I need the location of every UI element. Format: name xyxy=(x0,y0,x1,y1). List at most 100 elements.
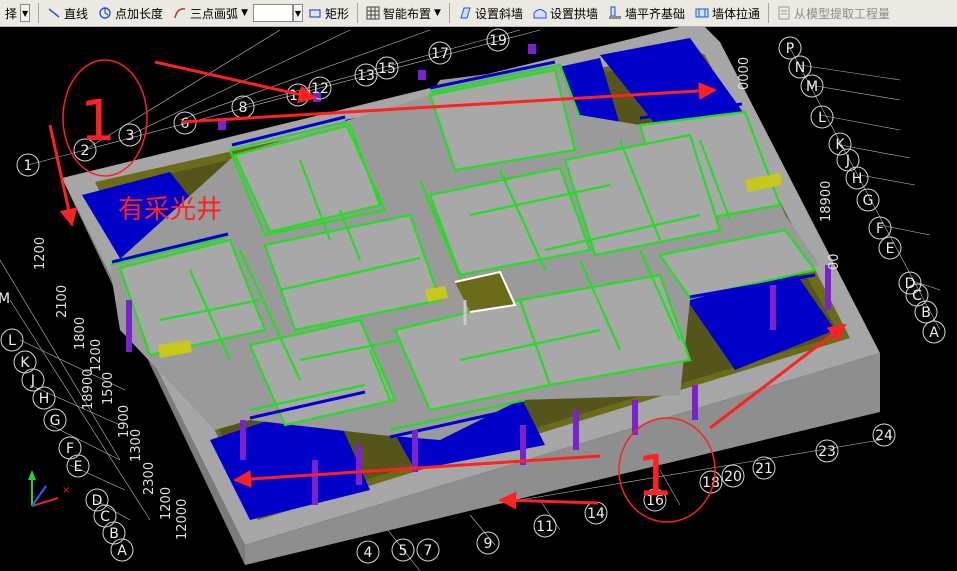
axis-bottom-label: 14 xyxy=(587,506,605,522)
axis-top-label: 8 xyxy=(239,100,248,116)
building-model[interactable] xyxy=(62,27,880,565)
axis-bottom-label: 20 xyxy=(724,469,742,485)
axis-right-label: B xyxy=(921,305,931,321)
3d-viewport[interactable]: 1 2 3 6 8 10 12 13 15 17 19 P N M L K J … xyxy=(0,27,957,571)
axis-left-label: H xyxy=(39,391,50,407)
wall-align-foundation-button[interactable]: 墙平齐基础 xyxy=(603,2,690,24)
arch-wall-icon xyxy=(533,9,547,19)
annotation-arrow xyxy=(48,124,78,227)
wall-stretch-label: 墙体拉通 xyxy=(711,6,760,21)
dimension-label: 1300 xyxy=(129,429,144,462)
extract-from-model-label: 从模型提取工程量 xyxy=(794,6,891,21)
axis-right-label: N xyxy=(795,60,805,76)
axis-right-label: H xyxy=(852,171,863,187)
dimension-label: 1200 xyxy=(33,237,48,270)
dimension-label: 1200 xyxy=(89,339,104,372)
set-sloped-wall-label: 设置斜墙 xyxy=(474,6,523,21)
dimension-label: 0000 xyxy=(737,57,752,90)
axis-right-label: C xyxy=(912,288,922,304)
point-length-label: 点加长度 xyxy=(115,6,164,21)
axis-gizmo-icon: × xyxy=(28,470,70,507)
annotation-label-light-well: 有采光井 xyxy=(118,195,222,225)
axis-top-label: 19 xyxy=(489,33,507,49)
axis-left-label: B xyxy=(109,526,119,542)
dimension-label: 1800 xyxy=(73,317,88,350)
extract-from-model-button[interactable]: 从模型提取工程量 xyxy=(772,2,895,24)
toolbar-separator xyxy=(357,3,358,23)
axis-left-label: L xyxy=(8,333,16,349)
toolbar-separator xyxy=(768,3,769,23)
partial-select-label: 择 xyxy=(5,6,18,21)
line-label: 直线 xyxy=(64,6,89,21)
axis-bottom-label: 18 xyxy=(702,475,720,491)
rect-button[interactable]: 矩形 xyxy=(303,2,354,24)
app-window: 择 ▼ 直线 点加长度 三点画弧 ▼ ▼ 矩形 智能布置 ▼ 设置斜墙 设置拱墙… xyxy=(0,0,957,571)
axis-top-label: 12 xyxy=(311,81,329,97)
axis-top-label: 13 xyxy=(357,68,375,84)
toolbar: 择 ▼ 直线 点加长度 三点画弧 ▼ ▼ 矩形 智能布置 ▼ 设置斜墙 设置拱墙… xyxy=(0,0,957,27)
axis-bottom-label: 5 xyxy=(399,543,408,559)
dimension-label: 2300 xyxy=(142,462,157,495)
smart-layout-dropdown-icon[interactable]: ▼ xyxy=(434,8,441,18)
annotation-number-bottom: 1 xyxy=(637,444,673,509)
grid-layout-icon xyxy=(366,6,380,20)
axis-top-label: 1 xyxy=(24,158,33,174)
axis-right-label: M xyxy=(806,79,818,95)
axis-bottom-label: 21 xyxy=(755,461,773,477)
rect-label: 矩形 xyxy=(324,6,349,21)
set-arch-wall-button[interactable]: 设置拱墙 xyxy=(528,2,603,24)
smart-layout-button[interactable]: 智能布置 ▼ xyxy=(361,2,446,24)
select-dropdown-arrow[interactable]: ▼ xyxy=(20,4,31,22)
dimension-label: 00 xyxy=(827,253,842,270)
axis-top-label: 6 xyxy=(181,116,190,132)
axis-left-label: D xyxy=(92,493,103,509)
axis-bottom-label: 7 xyxy=(424,543,433,559)
annotation-arrow xyxy=(498,491,599,510)
arc-value-dropdown[interactable]: ▼ xyxy=(292,4,303,22)
axis-bottom-label: 4 xyxy=(364,545,373,561)
point-length-button[interactable]: 点加长度 xyxy=(93,2,168,24)
line-icon xyxy=(48,8,60,18)
partial-select-button[interactable]: 择 ▼ xyxy=(0,2,35,24)
set-arch-wall-label: 设置拱墙 xyxy=(549,6,598,21)
axis-right-label: E xyxy=(886,241,895,257)
axis-right-label: J xyxy=(845,153,850,169)
set-sloped-wall-button[interactable]: 设置斜墙 xyxy=(453,2,528,24)
sloped-wall-icon xyxy=(460,7,471,19)
wall-stretch-button[interactable]: 墙体拉通 xyxy=(690,2,765,24)
axis-left-label: C xyxy=(100,509,110,525)
axis-top-label: 3 xyxy=(126,128,135,144)
three-point-arc-button[interactable]: 三点画弧 ▼ xyxy=(168,2,253,24)
axis-bottom-label: 9 xyxy=(484,536,493,552)
axis-left-label: F xyxy=(66,441,74,457)
axis-left-label: M xyxy=(0,291,10,307)
axis-left-label: E xyxy=(74,459,83,475)
dimension-label: 12000 xyxy=(175,499,190,540)
axis-right-label: A xyxy=(929,325,939,341)
dimension-label: 2100 xyxy=(55,285,70,318)
arc-value-field[interactable] xyxy=(252,4,293,22)
axis-top-label: 15 xyxy=(378,61,396,77)
three-point-arc-label: 三点画弧 xyxy=(190,6,239,21)
axis-left-label: K xyxy=(20,355,30,371)
axis-left-label: J xyxy=(30,373,35,389)
axis-bottom-label: 11 xyxy=(536,519,554,535)
dimension-label: 18900 xyxy=(819,181,834,222)
dimension-label: 18900 xyxy=(81,369,96,410)
axis-left-label: A xyxy=(117,543,127,559)
arc-icon xyxy=(174,8,186,19)
axis-right-label: K xyxy=(835,137,845,153)
wall-stretch-icon xyxy=(695,8,709,18)
annotation-number-top: 1 xyxy=(80,89,116,154)
point-length-icon xyxy=(99,7,111,19)
rectangle-icon xyxy=(309,9,321,18)
line-button[interactable]: 直线 xyxy=(42,2,93,24)
arc-dropdown-icon[interactable]: ▼ xyxy=(241,8,248,18)
toolbar-separator xyxy=(38,3,40,23)
smart-layout-label: 智能布置 xyxy=(383,6,432,21)
axis-top-label: 17 xyxy=(431,46,449,62)
axis-right-label: L xyxy=(818,110,826,126)
axis-right-label: F xyxy=(876,221,884,237)
toolbar-separator xyxy=(448,3,450,23)
extract-quantity-icon xyxy=(778,6,790,20)
